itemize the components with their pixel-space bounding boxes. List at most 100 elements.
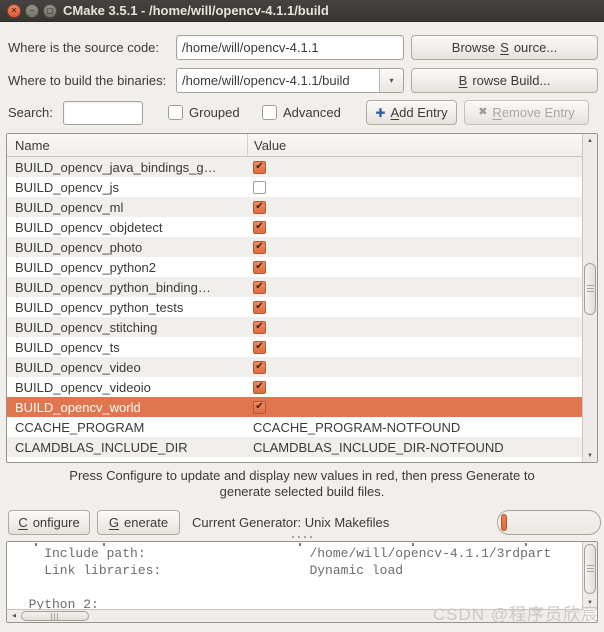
- table-row[interactable]: BUILD_opencv_photo ✔: [7, 237, 582, 257]
- value-checkbox[interactable]: ✔: [253, 301, 266, 314]
- value-checkbox[interactable]: ✔: [253, 361, 266, 374]
- cache-entry-name: BUILD_opencv_python2: [7, 260, 247, 275]
- cache-entry-value: ✔: [247, 341, 582, 354]
- x-icon: ✖: [478, 107, 487, 118]
- scroll-left-icon[interactable]: ◀: [7, 611, 21, 621]
- cmake-window: ✕ − ▢ CMake 3.5.1 - /home/will/opencv-4.…: [0, 0, 604, 632]
- cache-entry-name: BUILD_opencv_objdetect: [7, 220, 247, 235]
- cache-entry-value: ✔: [247, 321, 582, 334]
- cache-entry-name: BUILD_opencv_java_bindings_g…: [7, 160, 247, 175]
- generate-button[interactable]: Generate: [97, 510, 180, 535]
- table-row[interactable]: BUILD_opencv_ts ✔: [7, 337, 582, 357]
- browse-source-button[interactable]: Browse Source...: [411, 35, 598, 60]
- cache-entry-value: ✔: [247, 301, 582, 314]
- cache-entry-name: BUILD_opencv_video: [7, 360, 247, 375]
- column-header-value[interactable]: Value: [247, 134, 582, 156]
- table-row[interactable]: BUILD_opencv_js: [7, 177, 582, 197]
- cache-entry-name: BUILD_opencv_python_tests: [7, 300, 247, 315]
- cache-entry-name: BUILD_opencv_photo: [7, 240, 247, 255]
- configure-button[interactable]: Configure: [8, 510, 90, 535]
- cache-entry-value: ✔: [247, 221, 582, 234]
- cache-entry-name: BUILD_opencv_videoio: [7, 380, 247, 395]
- table-row[interactable]: BUILD_opencv_videoio ✔: [7, 377, 582, 397]
- cache-entry-value: ✔: [247, 401, 582, 414]
- table-body: BUILD_opencv_java_bindings_g…✔BUILD_open…: [7, 157, 582, 457]
- cache-table: Name Value BUILD_opencv_java_bindings_g……: [6, 133, 598, 463]
- value-checkbox[interactable]: ✔: [253, 321, 266, 334]
- table-row[interactable]: CLAMDBLAS_INCLUDE_DIRCLAMDBLAS_INCLUDE_D…: [7, 437, 582, 457]
- table-row[interactable]: BUILD_opencv_python_binding… ✔: [7, 277, 582, 297]
- output-hscrollbar-thumb[interactable]: [21, 611, 89, 621]
- value-checkbox[interactable]: ✔: [253, 261, 266, 274]
- add-entry-button[interactable]: ✚ Add Entry: [366, 100, 457, 125]
- table-row[interactable]: BUILD_opencv_java_bindings_g… ✔: [7, 157, 582, 177]
- cache-entry-name: BUILD_opencv_python_binding…: [7, 280, 247, 295]
- build-path-value: /home/will/opencv-4.1.1/build: [177, 69, 379, 92]
- cache-entry-value: ✔: [247, 261, 582, 274]
- table-row[interactable]: BUILD_opencv_world ✔: [7, 397, 582, 417]
- browse-build-button[interactable]: Browse Build...: [411, 68, 598, 93]
- cache-entry-value: ✔: [247, 201, 582, 214]
- output-scrollbar-thumb[interactable]: [584, 544, 596, 594]
- grouped-label[interactable]: Grouped: [189, 100, 240, 125]
- output-scrollbar[interactable]: ▼: [582, 542, 597, 609]
- cache-entry-name: CCACHE_PROGRAM: [7, 420, 247, 435]
- table-row[interactable]: BUILD_opencv_ml ✔: [7, 197, 582, 217]
- cache-entry-value: ✔: [247, 361, 582, 374]
- scroll-down-icon[interactable]: ▼: [583, 449, 597, 462]
- table-row[interactable]: BUILD_opencv_python_tests ✔: [7, 297, 582, 317]
- cache-entry-name: BUILD_opencv_ts: [7, 340, 247, 355]
- plus-icon: ✚: [375, 107, 385, 119]
- scroll-up-icon[interactable]: ▲: [583, 134, 597, 147]
- advanced-label[interactable]: Advanced: [283, 100, 341, 125]
- cache-entry-value: CCACHE_PROGRAM-NOTFOUND: [247, 420, 582, 435]
- add-entry-label: Add Entry: [390, 105, 447, 120]
- window-title: CMake 3.5.1 - /home/will/opencv-4.1.1/bu…: [63, 0, 329, 22]
- value-checkbox[interactable]: ✔: [253, 281, 266, 294]
- table-scrollbar-thumb[interactable]: [584, 263, 596, 315]
- splitter-handle[interactable]: [290, 535, 316, 539]
- table-row[interactable]: BUILD_opencv_python2 ✔: [7, 257, 582, 277]
- value-checkbox[interactable]: ✔: [253, 201, 266, 214]
- build-path-combobox[interactable]: /home/will/opencv-4.1.1/build ▾: [176, 68, 404, 93]
- value-checkbox[interactable]: ✔: [253, 381, 266, 394]
- cache-entry-name: BUILD_opencv_ml: [7, 200, 247, 215]
- table-header: Name Value: [7, 134, 582, 157]
- cache-entry-name: BUILD_opencv_stitching: [7, 320, 247, 335]
- current-generator-label: Current Generator: Unix Makefiles: [192, 510, 389, 535]
- progress-bar: [497, 510, 601, 535]
- table-scrollbar[interactable]: ▲ ▼: [582, 134, 597, 462]
- maximize-button[interactable]: ▢: [43, 4, 57, 18]
- cache-entry-name: BUILD_opencv_js: [7, 180, 247, 195]
- search-label: Search:: [8, 100, 53, 125]
- source-path-input[interactable]: [176, 35, 404, 60]
- value-checkbox[interactable]: ✔: [253, 401, 266, 414]
- close-button[interactable]: ✕: [7, 4, 21, 18]
- advanced-checkbox[interactable]: [262, 105, 277, 120]
- table-row[interactable]: BUILD_opencv_objdetect ✔: [7, 217, 582, 237]
- value-checkbox[interactable]: [253, 181, 266, 194]
- value-checkbox[interactable]: ✔: [253, 161, 266, 174]
- column-header-name[interactable]: Name: [7, 138, 247, 153]
- table-row[interactable]: BUILD_opencv_video ✔: [7, 357, 582, 377]
- minimize-button[interactable]: −: [25, 4, 39, 18]
- remove-entry-button[interactable]: ✖ Remove Entry: [464, 100, 589, 125]
- remove-entry-label: Remove Entry: [492, 105, 574, 120]
- cache-entry-name: BUILD_opencv_world: [7, 400, 247, 415]
- build-label: Where to build the binaries:: [8, 68, 166, 93]
- value-checkbox[interactable]: ✔: [253, 241, 266, 254]
- table-row[interactable]: CCACHE_PROGRAMCCACHE_PROGRAM-NOTFOUND: [7, 417, 582, 437]
- cache-entry-value: ✔: [247, 161, 582, 174]
- cache-entry-name: CLAMDBLAS_INCLUDE_DIR: [7, 440, 247, 455]
- source-label: Where is the source code:: [8, 35, 159, 60]
- value-checkbox[interactable]: ✔: [253, 221, 266, 234]
- search-input[interactable]: [63, 101, 143, 125]
- value-checkbox[interactable]: ✔: [253, 341, 266, 354]
- progress-fill: [501, 514, 507, 531]
- cache-entry-value: ✔: [247, 241, 582, 254]
- chevron-down-icon[interactable]: ▾: [379, 69, 403, 92]
- cache-entry-value: ✔: [247, 381, 582, 394]
- grouped-checkbox[interactable]: [168, 105, 183, 120]
- watermark: CSDN @程序员欣宸: [433, 600, 599, 625]
- table-row[interactable]: BUILD_opencv_stitching ✔: [7, 317, 582, 337]
